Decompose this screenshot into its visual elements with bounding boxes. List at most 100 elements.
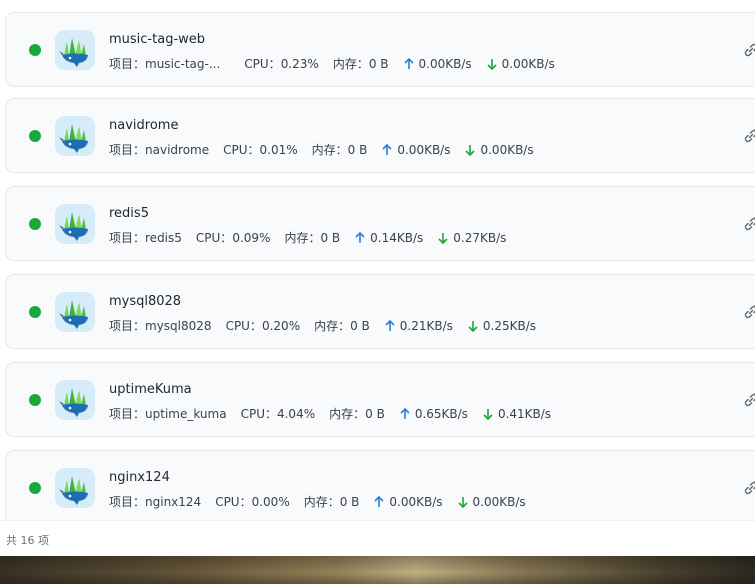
container-stats: 项目： redis5 CPU： 0.09% 内存： 0 B 0.14KB/s 0… [109,229,520,246]
memory-value: 0 B [365,406,385,421]
memory-stat: 内存： 0 B [312,141,368,158]
running-status-dot [29,482,41,494]
docker-whale-icon [55,204,95,244]
cpu-stat: CPU： 0.23% [244,55,319,72]
download-stat: 0.00KB/s [464,143,534,157]
cpu-label: CPU： [240,407,277,421]
running-status-dot [29,218,41,230]
container-name: music-tag-web [109,32,206,47]
cpu-value: 0.23% [280,56,319,71]
project-value: mysql8028 [145,318,212,333]
project-label: 项目： [109,57,146,71]
download-value: 0.25KB/s [482,318,537,333]
link-icon[interactable] [742,479,755,497]
upload-stat: 0.21KB/s [384,319,453,333]
container-name: uptimeKuma [109,382,192,397]
container-stats: 项目： nginx124 CPU： 0.00% 内存： 0 B 0.00KB/s… [109,493,540,510]
container-name: redis5 [109,206,149,221]
running-status-dot [29,44,41,56]
download-stat: 0.25KB/s [467,319,536,333]
cpu-value: 0.20% [261,318,301,333]
upload-value: 0.00KB/s [397,142,451,157]
container-stats: 项目： music-tag-... CPU： 0.23% 内存： 0 B 0.0… [109,55,569,72]
memory-label: 内存： [284,231,321,245]
project-label: 项目： [109,407,146,421]
cpu-label: CPU： [223,143,260,157]
arrow-up-icon [385,319,395,331]
download-stat: 0.00KB/s [457,495,526,509]
cpu-stat: CPU： 0.01% [223,141,298,158]
docker-whale-icon [55,116,95,156]
project-label: 项目： [109,231,146,245]
memory-value: 0 B [320,230,341,245]
container-card[interactable]: navidrome 项目： navidrome CPU： 0.01% 内存： 0… [5,98,755,173]
arrow-up-icon [403,57,414,69]
container-card[interactable]: uptimeKuma 项目： uptime_kuma CPU： 4.04% 内存… [5,362,755,437]
container-name: navidrome [109,118,179,133]
download-value: 0.00KB/s [472,494,526,509]
upload-value: 0.00KB/s [389,494,443,509]
cpu-value: 4.04% [276,406,316,421]
arrow-up-icon [382,143,392,155]
project-stat: 项目： nginx124 [109,493,201,510]
cpu-label: CPU： [225,319,262,333]
container-name: mysql8028 [109,294,182,309]
upload-stat: 0.65KB/s [399,407,468,421]
docker-whale-icon [55,380,95,420]
list-footer: 共 16 项 [0,520,755,556]
link-icon[interactable] [742,303,755,321]
download-stat: 0.00KB/s [486,57,555,71]
container-card[interactable]: nginx124 项目： nginx124 CPU： 0.00% 内存： 0 B… [5,450,755,520]
running-status-dot [29,306,41,318]
arrow-down-icon [465,144,476,156]
project-stat: 项目： mysql8028 [109,317,212,334]
cpu-value: 0.09% [232,230,271,245]
memory-stat: 内存： 0 B [329,405,385,422]
container-card[interactable]: music-tag-web 项目： music-tag-... CPU： 0.2… [5,12,755,87]
project-stat: 项目： music-tag-... [109,55,220,72]
arrow-down-icon [438,232,448,244]
project-value: uptime_kuma [145,406,227,421]
link-icon[interactable] [742,41,755,59]
container-stats: 项目： navidrome CPU： 0.01% 内存： 0 B 0.00KB/… [109,141,548,158]
memory-value: 0 B [339,494,360,509]
upload-value: 0.00KB/s [418,56,472,71]
project-stat: 项目： redis5 [109,229,182,246]
memory-label: 内存： [303,495,340,509]
upload-value: 0.65KB/s [414,406,468,421]
cpu-value: 0.00% [251,494,290,509]
download-stat: 0.41KB/s [482,407,551,421]
upload-value: 0.21KB/s [399,318,453,333]
project-value: music-tag-... [145,56,221,71]
container-stats: 项目： mysql8028 CPU： 0.20% 内存： 0 B 0.21KB/… [109,317,550,334]
project-value: nginx124 [145,494,202,509]
memory-value: 0 B [368,56,389,71]
total-count: 共 16 项 [6,534,49,547]
upload-stat: 0.14KB/s [354,231,423,245]
cpu-stat: CPU： 0.00% [215,493,290,510]
link-icon[interactable] [742,391,755,409]
memory-label: 内存： [314,319,351,333]
project-label: 项目： [109,495,146,509]
memory-label: 内存： [332,57,369,71]
upload-stat: 0.00KB/s [403,57,472,71]
desktop-wallpaper [0,556,755,584]
running-status-dot [29,394,41,406]
container-card[interactable]: mysql8028 项目： mysql8028 CPU： 0.20% 内存： 0… [5,274,755,349]
link-icon[interactable] [742,215,755,233]
container-card[interactable]: redis5 项目： redis5 CPU： 0.09% 内存： 0 B 0.1… [5,186,755,261]
arrow-down-icon [457,496,468,508]
project-label: 项目： [109,143,146,157]
download-value: 0.41KB/s [497,406,552,421]
download-stat: 0.27KB/s [437,231,506,245]
running-status-dot [29,130,41,142]
download-value: 0.27KB/s [453,230,507,245]
cpu-label: CPU： [244,57,281,71]
cpu-value: 0.01% [259,142,298,157]
arrow-down-icon [487,58,497,70]
link-icon[interactable] [742,127,755,145]
memory-stat: 内存： 0 B [284,229,340,246]
cpu-stat: CPU： 0.09% [196,229,271,246]
download-value: 0.00KB/s [501,56,555,71]
project-value: redis5 [145,230,182,245]
